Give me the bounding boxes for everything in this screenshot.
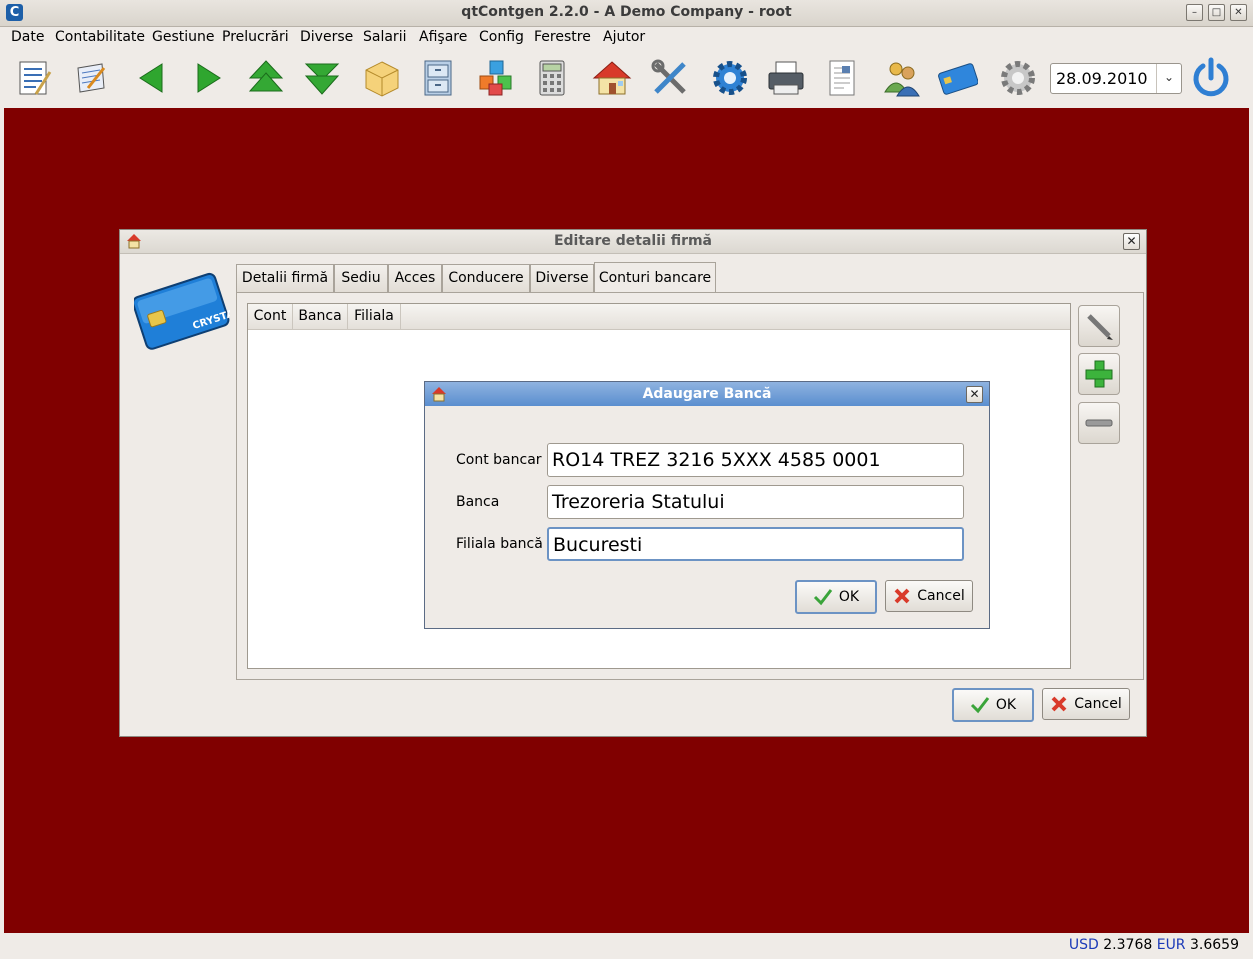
column-banca[interactable]: Banca <box>293 304 348 329</box>
settings-icon[interactable] <box>996 56 1040 100</box>
window-title: qtContgen 2.2.0 - A Demo Company - root <box>461 4 792 20</box>
usd-value: 2.3768 <box>1103 937 1153 953</box>
main-title-bar: C qtContgen 2.2.0 - A Demo Company - roo… <box>0 0 1253 27</box>
arrow-up-icon[interactable] <box>244 56 288 100</box>
arrow-right-icon[interactable] <box>186 56 230 100</box>
menu-date[interactable]: Date <box>11 29 44 45</box>
maximize-button[interactable]: □ <box>1208 4 1225 21</box>
chevron-down-icon[interactable]: ⌄ <box>1156 64 1181 93</box>
pencil-icon <box>1087 314 1113 340</box>
add-button[interactable] <box>1078 353 1120 395</box>
company-dialog-title-bar: Editare detalii firmă ✕ <box>120 230 1146 254</box>
add-bank-title: Adaugare Bancă <box>642 386 772 402</box>
cont-bancar-field[interactable]: RO14 TREZ 3216 5XXX 4585 0001 <box>547 443 964 477</box>
list-header: Cont Banca Filiala <box>248 304 1070 330</box>
banca-label: Banca <box>456 494 500 510</box>
eur-value: 3.6659 <box>1190 937 1239 953</box>
tools-icon[interactable] <box>648 56 692 100</box>
filiala-banca-field[interactable]: Bucuresti <box>547 527 964 561</box>
filiala-banca-label: Filiala bancă <box>456 536 543 552</box>
notepad-icon[interactable] <box>68 56 112 100</box>
status-bar: USD 2.3768 EUR 3.6659 <box>0 934 1253 959</box>
remove-button[interactable] <box>1078 402 1120 444</box>
column-cont[interactable]: Cont <box>248 304 293 329</box>
exchange-rates: USD 2.3768 EUR 3.6659 <box>1069 937 1239 953</box>
minus-icon <box>1085 419 1113 427</box>
add-bank-dialog: Adaugare Bancă ✕ Cont bancar RO14 TREZ 3… <box>424 381 990 629</box>
tab-diverse[interactable]: Diverse <box>530 264 594 292</box>
menu-salarii[interactable]: Salarii <box>363 29 406 45</box>
banca-field[interactable]: Trezoreria Statului <box>547 485 964 519</box>
usd-label: USD <box>1068 937 1099 953</box>
credit-card-icon[interactable] <box>936 56 980 100</box>
checkmark-icon <box>970 697 990 714</box>
menu-contabilitate[interactable]: Contabilitate <box>55 29 145 45</box>
bank-cancel-button[interactable]: Cancel <box>885 580 973 612</box>
ok-button[interactable]: OK <box>952 688 1034 722</box>
arrow-left-icon[interactable] <box>128 56 172 100</box>
eur-label: EUR <box>1156 937 1186 953</box>
menu-bar: Date Contabilitate Gestiune Prelucrări D… <box>0 27 1253 49</box>
tab-detalii-firma[interactable]: Detalii firmă <box>236 264 334 292</box>
close-button[interactable]: ✕ <box>1230 4 1247 21</box>
menu-afisare[interactable]: Afişare <box>419 29 467 45</box>
close-icon[interactable]: ✕ <box>966 386 983 403</box>
document-list-icon[interactable] <box>12 56 56 100</box>
file-cabinet-icon[interactable] <box>416 56 460 100</box>
cont-bancar-value: RO14 TREZ 3216 5XXX 4585 0001 <box>552 449 881 471</box>
bank-ok-label: OK <box>838 589 860 605</box>
cancel-x-icon <box>894 588 910 604</box>
filiala-banca-value: Bucuresti <box>553 534 643 556</box>
bank-cancel-label: Cancel <box>917 588 965 604</box>
home-icon[interactable] <box>590 56 634 100</box>
tab-conturi-bancare[interactable]: Conturi bancare <box>594 262 716 293</box>
menu-config[interactable]: Config <box>479 29 524 45</box>
users-icon[interactable] <box>880 56 924 100</box>
add-bank-title-bar: Adaugare Bancă ✕ <box>425 382 989 406</box>
package-icon[interactable] <box>360 56 404 100</box>
checkmark-icon <box>813 589 833 606</box>
document-icon[interactable] <box>820 56 864 100</box>
credit-card-icon: CRYSTAL <box>132 270 242 358</box>
cancel-label: Cancel <box>1074 696 1122 712</box>
arrow-down-icon[interactable] <box>300 56 344 100</box>
company-dialog-title: Editare detalii firmă <box>553 233 713 249</box>
column-filiala[interactable]: Filiala <box>348 304 401 329</box>
printer-icon[interactable] <box>764 56 808 100</box>
date-value: 28.09.2010 <box>1056 69 1148 88</box>
menu-diverse[interactable]: Diverse <box>300 29 353 45</box>
bank-ok-button[interactable]: OK <box>795 580 877 614</box>
cancel-button[interactable]: Cancel <box>1042 688 1130 720</box>
cont-bancar-label: Cont bancar <box>456 452 542 468</box>
tab-conducere[interactable]: Conducere <box>442 264 530 292</box>
edit-button[interactable] <box>1078 305 1120 347</box>
cubes-icon[interactable] <box>474 56 518 100</box>
menu-gestiune[interactable]: Gestiune <box>152 29 215 45</box>
menu-ajutor[interactable]: Ajutor <box>603 29 645 45</box>
menu-ferestre[interactable]: Ferestre <box>534 29 591 45</box>
close-icon[interactable]: ✕ <box>1123 233 1140 250</box>
ok-label: OK <box>995 697 1017 713</box>
calculator-icon[interactable] <box>530 56 574 100</box>
cancel-x-icon <box>1051 696 1067 712</box>
tab-sediu[interactable]: Sediu <box>334 264 388 292</box>
tab-acces[interactable]: Acces <box>388 264 442 292</box>
minimize-button[interactable]: – <box>1186 4 1203 21</box>
menu-prelucrari[interactable]: Prelucrări <box>222 29 289 45</box>
power-icon[interactable] <box>1189 56 1233 100</box>
banca-value: Trezoreria Statului <box>552 491 725 513</box>
date-combobox[interactable]: 28.09.2010 ⌄ <box>1050 63 1182 94</box>
gear-blue-icon[interactable] <box>708 56 752 100</box>
plus-icon <box>1085 360 1113 388</box>
